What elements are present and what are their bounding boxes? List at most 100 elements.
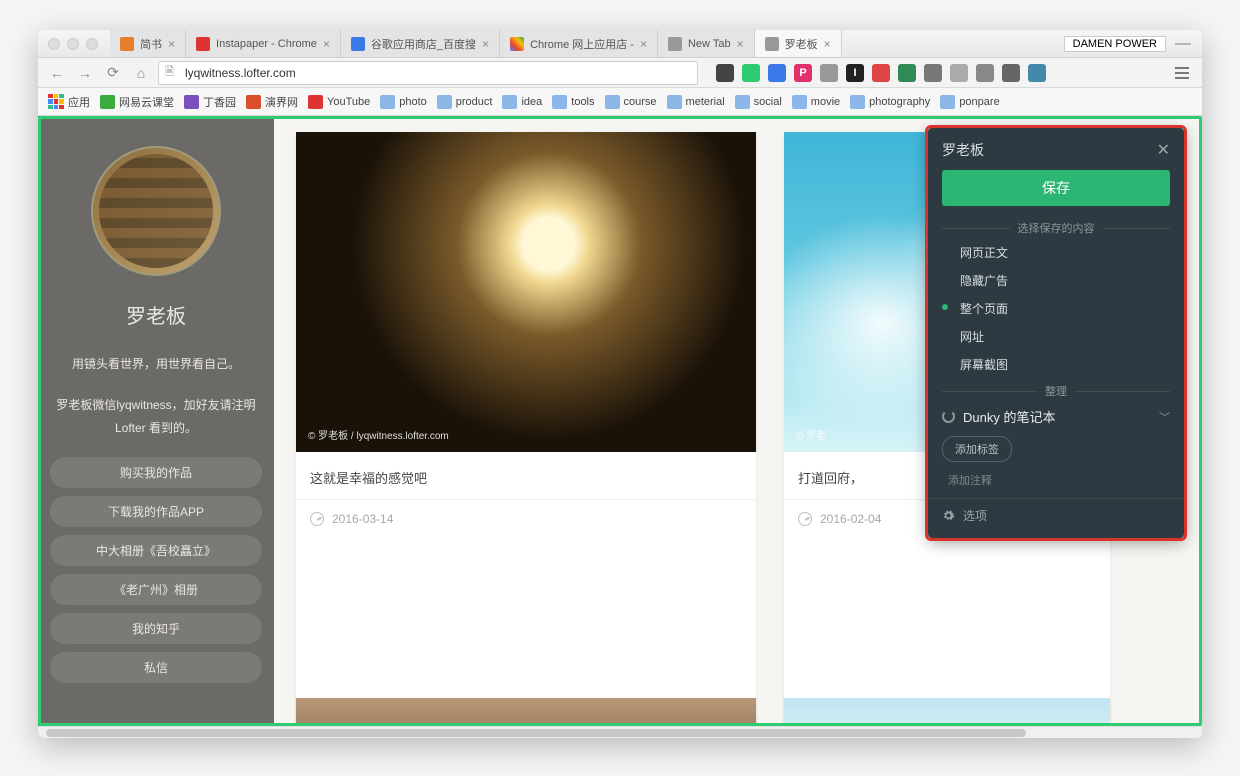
notebook-selector[interactable]: Dunky 的笔记本 ﹀ — [942, 407, 1170, 426]
post-caption: 这就是幸福的感觉吧 — [296, 452, 756, 499]
favicon — [351, 37, 365, 51]
tab-title: 简书 — [140, 36, 162, 52]
favicon — [184, 95, 199, 109]
bookmark-item[interactable]: YouTube — [308, 95, 370, 109]
extension-icon[interactable] — [1028, 64, 1046, 82]
clip-type-list: 网页正文隐藏广告整个页面网址屏幕截图 — [942, 244, 1170, 373]
favicon — [668, 37, 682, 51]
bookmark-item[interactable]: tools — [552, 95, 594, 109]
forward-button[interactable]: → — [74, 62, 96, 84]
close-tab-icon[interactable]: × — [323, 37, 330, 51]
sidebar-link[interactable]: 《老广州》相册 — [50, 574, 262, 605]
gear-icon — [942, 509, 955, 522]
extension-icon[interactable] — [924, 64, 942, 82]
extension-icon[interactable]: I — [846, 64, 864, 82]
extension-icon[interactable] — [1002, 64, 1020, 82]
bookmark-item[interactable]: meterial — [667, 95, 725, 109]
post-card[interactable]: © 罗老板 / lyqwitness.lofter.com 这就是幸福的感觉吧 … — [296, 132, 756, 722]
clip-type-option[interactable]: 网页正文 — [960, 244, 1170, 261]
extension-icon[interactable] — [768, 64, 786, 82]
tab-overflow-icon[interactable]: — — [1174, 35, 1192, 53]
avatar[interactable] — [91, 146, 221, 276]
loading-spinner-icon — [942, 410, 955, 423]
save-button[interactable]: 保存 — [942, 170, 1170, 206]
chevron-down-icon: ﹀ — [1159, 409, 1170, 425]
extension-icons: PI — [716, 64, 1046, 82]
post-footer: 2016-03-14 — [296, 499, 756, 538]
address-bar[interactable]: 🗎 lyqwitness.lofter.com — [158, 61, 698, 85]
sidebar-link[interactable]: 私信 — [50, 652, 262, 683]
extension-icon[interactable] — [976, 64, 994, 82]
bookmark-item[interactable]: course — [605, 95, 657, 109]
close-tab-icon[interactable]: × — [824, 37, 831, 51]
bookmark-item[interactable]: 应用 — [48, 94, 90, 110]
traffic-lights[interactable] — [48, 38, 98, 50]
folder-icon — [735, 95, 750, 109]
chrome-menu-icon[interactable] — [1170, 67, 1194, 79]
profile-bio-2: 罗老板微信lyqwitness，加好友请注明Lofter 看到的。 — [50, 394, 262, 440]
close-tab-icon[interactable]: × — [737, 37, 744, 51]
extension-icon[interactable] — [716, 64, 734, 82]
favicon — [100, 95, 115, 109]
sidebar-links: 购买我的作品下载我的作品APP 中大相册《吾校矗立》《老广州》相册我的知乎私信 — [50, 457, 262, 683]
browser-tab[interactable]: 谷歌应用商店_百度搜× — [341, 30, 500, 57]
favicon — [765, 37, 779, 51]
bookmark-item[interactable]: 丁香园 — [184, 94, 236, 110]
add-note-button[interactable]: 添加注释 — [948, 472, 1170, 488]
browser-tab[interactable]: Chrome 网上应用店 - × — [500, 30, 658, 57]
back-button[interactable]: ← — [46, 62, 68, 84]
bookmark-item[interactable]: social — [735, 95, 782, 109]
horizontal-scrollbar[interactable] — [38, 726, 1202, 738]
extension-icon[interactable] — [820, 64, 838, 82]
profile-name: 罗老板 — [50, 300, 262, 329]
extension-icon[interactable] — [950, 64, 968, 82]
add-tag-button[interactable]: 添加标签 — [942, 436, 1012, 462]
sidebar-link[interactable]: 购买我的作品 — [50, 457, 262, 488]
sidebar-link[interactable]: 我的知乎 — [50, 613, 262, 644]
bookmark-item[interactable]: 演界网 — [246, 94, 298, 110]
tab-bar: 简书×Instapaper - Chrome×谷歌应用商店_百度搜×Chrome… — [110, 30, 1056, 57]
extension-icon[interactable]: P — [794, 64, 812, 82]
bookmark-item[interactable]: idea — [502, 95, 542, 109]
clip-type-option[interactable]: 整个页面 — [960, 300, 1170, 317]
reload-button[interactable]: ⟳ — [102, 62, 124, 84]
bookmark-item[interactable]: product — [437, 95, 493, 109]
notebook-name: Dunky 的笔记本 — [963, 407, 1055, 426]
browser-tab[interactable]: 罗老板× — [755, 30, 842, 57]
options-button[interactable]: 选项 — [942, 507, 1170, 524]
close-tab-icon[interactable]: × — [482, 37, 489, 51]
folder-icon — [850, 95, 865, 109]
post-image[interactable]: © 罗老板 / lyqwitness.lofter.com — [296, 132, 756, 452]
folder-icon — [792, 95, 807, 109]
clip-type-option[interactable]: 网址 — [960, 328, 1170, 345]
extension-icon[interactable] — [872, 64, 890, 82]
tab-title: Chrome 网上应用店 - — [530, 36, 634, 52]
post-date: 2016-02-04 — [820, 512, 881, 526]
section-header-content: 选择保存的内容 — [942, 220, 1170, 236]
window-titlebar: 简书×Instapaper - Chrome×谷歌应用商店_百度搜×Chrome… — [38, 30, 1202, 58]
clip-type-option[interactable]: 隐藏广告 — [960, 272, 1170, 289]
bookmark-item[interactable]: ponpare — [940, 95, 999, 109]
sidebar-link[interactable]: 下载我的作品APP — [50, 496, 262, 527]
evernote-clipper-panel: 罗老板 ✕ 保存 选择保存的内容 网页正文隐藏广告整个页面网址屏幕截图 整理 D… — [928, 128, 1184, 538]
clip-type-option[interactable]: 屏幕截图 — [960, 356, 1170, 373]
folder-icon — [502, 95, 517, 109]
profile-sidebar: 罗老板 用镜头看世界，用世界看自己。 罗老板微信lyqwitness，加好友请注… — [38, 116, 274, 738]
home-button[interactable]: ⌂ — [130, 62, 152, 84]
toolbar: ← → ⟳ ⌂ 🗎 lyqwitness.lofter.com PI — [38, 58, 1202, 88]
extension-icon[interactable] — [742, 64, 760, 82]
close-tab-icon[interactable]: × — [640, 37, 647, 51]
close-tab-icon[interactable]: × — [168, 37, 175, 51]
extension-icon[interactable] — [898, 64, 916, 82]
close-icon[interactable]: ✕ — [1157, 140, 1170, 160]
bookmark-item[interactable]: movie — [792, 95, 840, 109]
browser-tab[interactable]: New Tab× — [658, 30, 755, 57]
chrome-profile[interactable]: DAMEN POWER — [1064, 36, 1166, 52]
bookmark-item[interactable]: photography — [850, 95, 930, 109]
sidebar-link[interactable]: 中大相册《吾校矗立》 — [50, 535, 262, 566]
bookmark-item[interactable]: photo — [380, 95, 427, 109]
browser-tab[interactable]: Instapaper - Chrome× — [186, 30, 341, 57]
profile-bio-1: 用镜头看世界，用世界看自己。 — [50, 353, 262, 376]
browser-tab[interactable]: 简书 × — [110, 30, 186, 57]
bookmark-item[interactable]: 网易云课堂 — [100, 94, 174, 110]
